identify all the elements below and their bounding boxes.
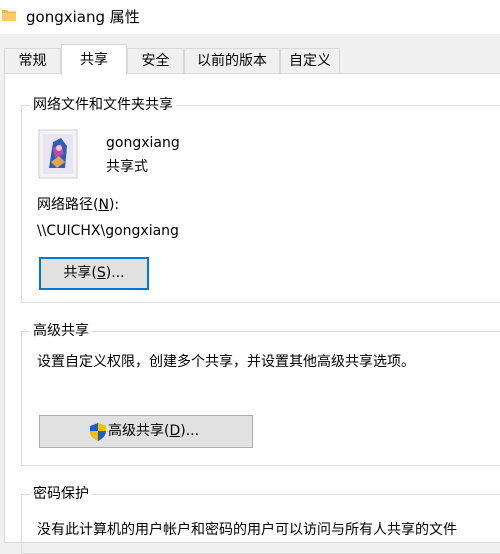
password-protection-group: 密码保护 没有此计算机的用户帐户和密码的用户可以访问与所有人共享的文件: [21, 485, 500, 554]
folder-icon: [2, 10, 16, 21]
network-path-value: \\CUICHX\gongxiang: [37, 223, 179, 239]
shared-folder-icon: [38, 129, 78, 179]
tab-sharing[interactable]: 共享: [61, 44, 127, 75]
uac-shield-icon: [90, 423, 106, 441]
sharing-panel: 网络文件和文件夹共享 gongxiang 共享式 网络路径(N): \\CUIC…: [4, 73, 500, 554]
password-protection-description: 没有此计算机的用户帐户和密码的用户可以访问与所有人共享的文件: [37, 522, 457, 538]
folder-name: gongxiang: [106, 135, 180, 151]
tab-strip: 常规 共享 安全 以前的版本 自定义: [0, 44, 500, 75]
tab-customize[interactable]: 自定义: [280, 48, 340, 74]
tab-previous-versions[interactable]: 以前的版本: [184, 48, 280, 74]
tab-security[interactable]: 安全: [127, 48, 184, 74]
advanced-sharing-group: 高级共享 设置自定义权限，创建多个共享，并设置其他高级共享选项。 高级共享(D)…: [21, 322, 500, 466]
tab-general[interactable]: 常规: [4, 48, 61, 74]
password-protection-group-title: 密码保护: [30, 485, 92, 503]
network-path-label: 网络路径(N):: [37, 197, 120, 213]
window-title: gongxiang 属性: [26, 8, 140, 26]
network-sharing-group-title: 网络文件和文件夹共享: [30, 96, 176, 114]
share-button[interactable]: 共享(S)...: [39, 257, 149, 290]
share-status: 共享式: [106, 159, 148, 175]
advanced-sharing-button[interactable]: 高级共享(D)...: [39, 415, 253, 448]
advanced-sharing-description: 设置自定义权限，创建多个共享，并设置其他高级共享选项。: [37, 354, 415, 370]
advanced-sharing-group-title: 高级共享: [30, 322, 92, 340]
title-bar: gongxiang 属性: [0, 0, 500, 34]
network-sharing-group: 网络文件和文件夹共享 gongxiang 共享式 网络路径(N): \\CUIC…: [21, 96, 500, 303]
